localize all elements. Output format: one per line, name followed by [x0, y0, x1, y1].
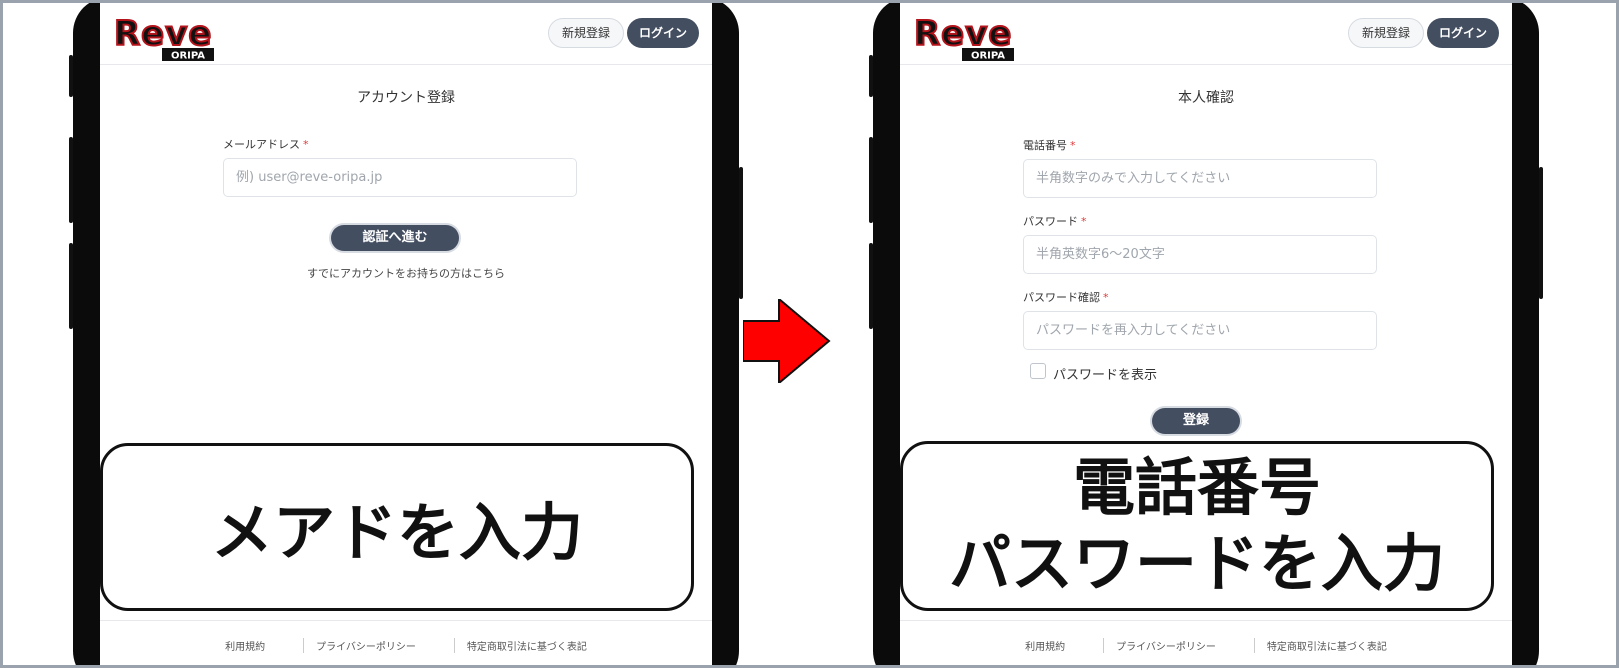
proceed-to-verification-button[interactable]: 認証へ進む — [331, 225, 459, 251]
footer-divider — [900, 620, 1512, 621]
caption-line-2: パスワードを入力 — [948, 527, 1445, 600]
password-label: パスワード * — [1023, 215, 1087, 228]
existing-account-link[interactable]: すでにアカウントをお持ちの方はこちら — [100, 265, 712, 281]
footer-link-commerce[interactable]: 特定商取引法に基づく表記 — [453, 638, 599, 653]
caption-banner: 電話番号 パスワードを入力 — [900, 441, 1494, 611]
required-mark: * — [1081, 215, 1087, 228]
footer-link-privacy[interactable]: プライバシーポリシー — [1103, 638, 1228, 653]
page-title: アカウント登録 — [357, 90, 455, 106]
page-title: 本人確認 — [1178, 90, 1234, 106]
footer-divider — [100, 620, 712, 621]
screen-left: Reve ORIPA 新規登録 ログイン アカウント登録 メールアドレス* 認証… — [100, 3, 712, 665]
caption-text: メアドを入力 — [210, 496, 583, 569]
footer-links: 利用規約 プライバシーポリシー 特定商取引法に基づく表記 — [900, 638, 1512, 653]
footer-link-terms[interactable]: 利用規約 — [213, 638, 277, 653]
screen-right: Reve ORIPA 新規登録 ログイン 本人確認 電話番号* パスワード* パ… — [900, 3, 1512, 665]
phone-frame-left: Reve ORIPA 新規登録 ログイン アカウント登録 メールアドレス* 認証… — [69, 3, 743, 665]
submit-register-button[interactable]: 登録 — [1152, 408, 1240, 434]
password-confirm-field-group: パスワード確認 * — [1023, 289, 1377, 350]
email-input[interactable] — [223, 158, 577, 197]
caption-banner: メアドを入力 — [100, 443, 694, 611]
email-field-group: メールアドレス * — [223, 136, 577, 197]
password-input[interactable] — [1023, 235, 1377, 274]
register-button[interactable]: 新規登録 — [547, 18, 624, 48]
footer-link-commerce[interactable]: 特定商取引法に基づく表記 — [1253, 638, 1399, 653]
password-field-group: パスワード * — [1023, 213, 1377, 274]
phone-number-input[interactable] — [1023, 159, 1377, 198]
required-mark: * — [1103, 291, 1109, 304]
caption-line-1: 電話番号 — [1072, 451, 1321, 524]
password-confirm-input[interactable] — [1023, 311, 1377, 350]
next-step-arrow-icon — [743, 299, 831, 383]
tutorial-canvas: Reve ORIPA 新規登録 ログイン アカウント登録 メールアドレス* 認証… — [0, 0, 1619, 668]
site-header: Reve ORIPA 新規登録 ログイン — [100, 3, 712, 65]
email-label: メールアドレス * — [223, 138, 309, 151]
volume-button — [69, 55, 73, 97]
footer-link-privacy[interactable]: プライバシーポリシー — [303, 638, 428, 653]
login-button[interactable]: ログイン — [626, 18, 699, 48]
show-password-checkbox[interactable] — [1030, 363, 1046, 379]
volume-button — [69, 243, 73, 329]
volume-button — [869, 243, 873, 329]
login-button[interactable]: ログイン — [1426, 18, 1499, 48]
power-button — [1539, 167, 1543, 299]
volume-button — [69, 137, 73, 223]
svg-text:ORIPA: ORIPA — [171, 51, 205, 62]
power-button — [739, 167, 743, 299]
required-mark: * — [303, 138, 309, 151]
password-confirm-label: パスワード確認 * — [1023, 291, 1109, 304]
register-button[interactable]: 新規登録 — [1347, 18, 1424, 48]
phone-label: 電話番号 * — [1023, 139, 1076, 152]
volume-button — [869, 55, 873, 97]
phone-field-group: 電話番号 * — [1023, 137, 1377, 198]
phone-frame-right: Reve ORIPA 新規登録 ログイン 本人確認 電話番号* パスワード* パ… — [869, 3, 1543, 665]
svg-text:ORIPA: ORIPA — [971, 51, 1005, 62]
show-password-label[interactable]: パスワードを表示 — [1053, 364, 1157, 383]
required-mark: * — [1070, 139, 1076, 152]
footer-link-terms[interactable]: 利用規約 — [1013, 638, 1077, 653]
reve-oripa-logo[interactable]: Reve ORIPA — [912, 11, 1020, 65]
volume-button — [869, 137, 873, 223]
footer-links: 利用規約 プライバシーポリシー 特定商取引法に基づく表記 — [100, 638, 712, 653]
site-header: Reve ORIPA 新規登録 ログイン — [900, 3, 1512, 65]
reve-oripa-logo[interactable]: Reve ORIPA — [112, 11, 220, 65]
